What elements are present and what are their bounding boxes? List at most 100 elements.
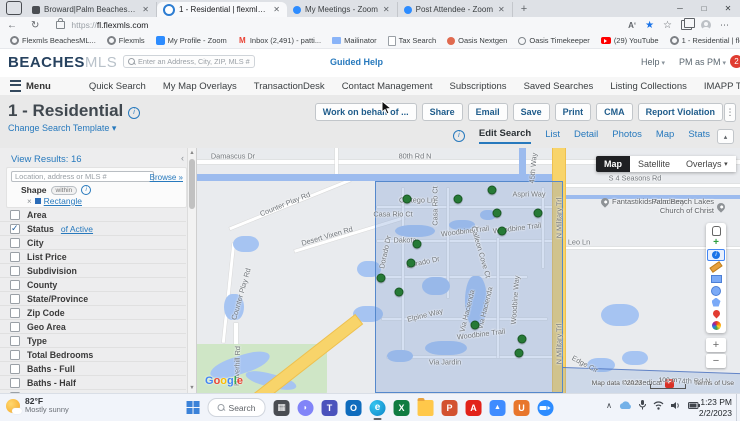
filter-row-zip-code[interactable]: Zip Code [0,306,186,320]
print-button[interactable]: Print [554,103,592,121]
wifi-icon[interactable] [653,400,664,410]
zoom-app-icon[interactable] [537,399,554,416]
filter-row-city[interactable]: City [0,236,186,250]
checkbox-total-bedrooms[interactable] [10,349,20,360]
filter-row-baths-half[interactable]: Baths - Half [0,376,186,390]
user-menu[interactable]: PM as PM [679,57,726,67]
browser-menu-icon[interactable]: ⋯ [720,20,730,31]
bookmark-my-profile-zoom[interactable]: My Profile - Zoom [155,36,227,45]
info-icon[interactable]: i [81,185,92,195]
filter-row-geo-area[interactable]: Geo Area [0,320,186,334]
scroll-down-icon[interactable]: ▼ [188,385,196,391]
nav-item-imapp-tax-info[interactable]: IMAPP Tax Info [704,81,740,92]
listing-marker[interactable] [497,226,507,236]
browser-tab-4[interactable]: Post Attendee - Zoom ✕ [398,2,513,17]
info-tool-selected[interactable]: i [707,248,725,261]
nav-item-listing-collections[interactable]: Listing Collections [610,81,687,92]
polygon-draw-tool[interactable] [708,297,724,307]
nav-item-saved-searches[interactable]: Saved Searches [524,81,594,92]
refresh-icon[interactable]: ↻ [24,20,46,31]
outlook-icon[interactable] [345,399,362,416]
filter-row-state-province[interactable]: State/Province [0,292,186,306]
map-canvas[interactable]: Damascus Dr 80th Rd N Counter Play Rd Deser… [197,148,740,393]
tab-photos[interactable]: Photos [612,129,642,143]
color-wheel-tool[interactable] [708,320,724,330]
tab-stats[interactable]: Stats [688,129,710,143]
collections-icon[interactable] [681,18,695,30]
start-button[interactable] [186,401,200,414]
pan-hand-tool[interactable] [708,225,724,236]
overlays-dropdown[interactable]: Overlays ▾ [678,156,736,172]
profile-avatar[interactable] [701,20,711,30]
listing-marker[interactable] [406,258,416,268]
scrollbar-thumb[interactable] [189,159,195,209]
minimize-button[interactable]: ─ [668,0,692,16]
info-icon[interactable]: i [128,107,140,119]
map-view-button[interactable]: Map [596,156,630,172]
scroll-up-icon[interactable]: ▲ [188,150,196,156]
collections-star-icon[interactable]: ☆ [663,20,672,31]
checkbox-baths-full[interactable] [10,363,20,374]
browser-tab-1[interactable]: Broward|Palm Beaches|St. Lucie ✕ [26,2,157,17]
change-search-template-link[interactable]: Change Search Template ▾ [8,123,116,134]
listing-marker[interactable] [487,185,497,195]
share-button[interactable]: Share [421,103,463,121]
location-search-input[interactable]: Location, address or MLS # [11,171,154,182]
filter-row-subdivision[interactable]: Subdivision [0,264,186,278]
filter-row-type[interactable]: Type [0,334,186,348]
close-tab-icon[interactable]: ✕ [497,5,506,14]
terms-of-use-link[interactable]: Terms of Use [694,380,734,387]
acrobat-icon[interactable] [465,399,482,416]
zoom-out-button[interactable]: − [706,354,726,368]
rectangle-shape-link[interactable]: Rectangle [44,196,82,206]
onedrive-cloud-icon[interactable] [619,400,632,410]
checkbox-area[interactable] [10,209,20,220]
nav-item-my-map-overlays[interactable]: My Map Overlays [163,81,237,92]
checkbox-type[interactable] [10,335,20,346]
bookmark-inbox-2-491-patti[interactable]: Inbox (2,491) - patti... [238,36,321,45]
read-aloud-icon[interactable]: Aʻ [628,21,636,30]
shape-mode-badge[interactable]: within [50,185,78,195]
maximize-button[interactable]: □ [692,0,716,16]
listing-marker[interactable] [453,194,463,204]
checkbox-county[interactable] [10,279,20,290]
bookmark-oasis-nextgen[interactable]: Oasis Nextgen [447,36,507,45]
remove-shape-icon[interactable]: × [27,197,32,206]
powerpoint-icon[interactable] [441,399,458,416]
filter-row-baths-full[interactable]: Baths - Full [0,362,186,376]
close-window-button[interactable]: ✕ [716,0,740,16]
show-desktop-button[interactable] [736,394,740,421]
browse-link[interactable]: Browse » [150,173,183,182]
menu-button[interactable]: Menu [0,80,61,92]
work-on-behalf-of-button[interactable]: Work on behalf of ... [314,103,417,121]
report-violation-button[interactable]: Report Violation [637,103,723,121]
listing-marker[interactable] [517,334,527,344]
bookmark-29-youtube[interactable]: (29) YouTube [600,36,659,45]
microphone-icon[interactable] [639,400,646,410]
poi-palm-beach-lakes-church-of-christ[interactable]: Palm Beach Lakes Church of Christ [629,197,727,215]
nav-item-transactiondesk[interactable]: TransactionDesk [254,81,325,92]
url-host[interactable]: fl.flexmls.com [97,20,148,30]
filter-row-list-price[interactable]: List Price [0,250,186,264]
tab-list-icon[interactable] [6,1,22,15]
teams-chat-icon[interactable] [297,399,314,416]
browser-tab-2-active[interactable]: 1 - Residential | flexmls Web ✕ [157,2,287,17]
close-tab-icon[interactable]: ✕ [272,5,281,14]
filter-qualifier-link[interactable]: of Active [61,224,93,234]
bookmark-flexmls-beachesml[interactable]: Flexmls BeachesML... [10,36,96,45]
pin-tool[interactable] [708,308,724,319]
bookmark-1-residential-flex[interactable]: 1 - Residential | flex... [669,36,740,45]
satellite-view-button[interactable]: Satellite [630,156,679,172]
photos-app-icon[interactable] [489,399,506,416]
global-search-input[interactable]: Enter an Address, City, ZIP, MLS #, or C… [123,55,255,68]
guided-help-link[interactable]: Guided Help [330,57,383,67]
nav-item-subscriptions[interactable]: Subscriptions [450,81,507,92]
listing-marker[interactable] [470,320,480,330]
back-icon[interactable]: ← [0,20,24,31]
save-button[interactable]: Save [512,103,550,121]
bookmark-tax-search[interactable]: Tax Search [387,35,436,46]
zoom-in-button[interactable]: + [706,338,726,352]
checkbox-zip-code[interactable] [10,307,20,318]
bookmark-flexmls[interactable]: Flexmls [106,36,145,45]
filter-row-area[interactable]: Area [0,208,186,222]
